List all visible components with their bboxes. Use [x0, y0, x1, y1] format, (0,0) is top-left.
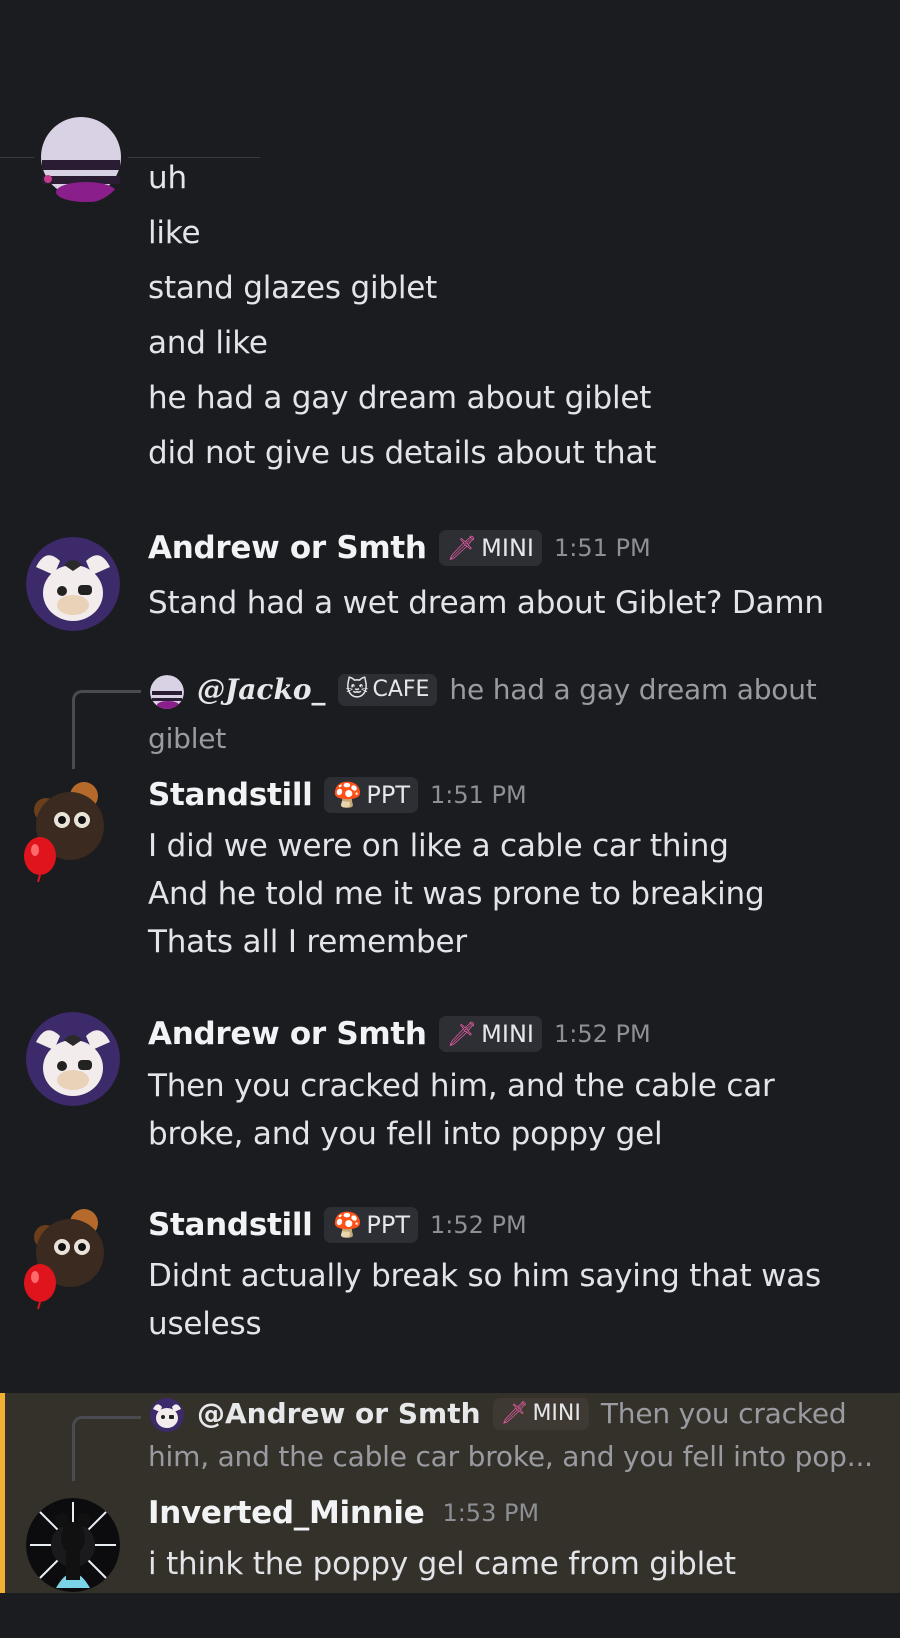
timestamp: 1:53 PM [442, 1499, 540, 1527]
reply-connector [72, 1416, 141, 1481]
mushroom-icon: 🍄 [332, 781, 363, 809]
tag-label: PPT [366, 1211, 410, 1239]
tag-label: PPT [366, 781, 410, 809]
message-line: Thats all I remember [148, 924, 467, 960]
role-tag-ppt[interactable]: 🍄 PPT [324, 1207, 418, 1243]
cat-icon: 🐱 [345, 677, 369, 702]
message-line: stand glazes giblet [148, 270, 438, 306]
message-line: he had a gay dream about giblet [148, 380, 652, 416]
tag-label: MINI [481, 1020, 534, 1048]
message-line: like [148, 215, 201, 251]
reply-author[interactable]: @Andrew or Smth [197, 1397, 481, 1430]
mention-bar [0, 1393, 5, 1593]
timestamp: 1:52 PM [554, 1020, 651, 1048]
role-tag-cafe[interactable]: 🐱 CAFE [337, 673, 438, 706]
reply-preview[interactable]: Then you cracked [601, 1397, 847, 1430]
tag-label: MINI [532, 1401, 581, 1426]
timestamp: 1:51 PM [554, 534, 651, 562]
reply-author[interactable]: @Jacko_ [197, 673, 326, 706]
author-name[interactable]: Andrew or Smth [148, 1016, 427, 1052]
reply-avatar [150, 675, 184, 709]
role-tag-mini[interactable]: 🗡 MINI [438, 530, 542, 566]
avatar-andrew[interactable] [26, 537, 120, 631]
message-line: and like [148, 325, 268, 361]
message-line: Didnt actually break so him saying that … [148, 1258, 821, 1294]
avatar-andrew[interactable] [26, 1012, 120, 1106]
role-tag-mini[interactable]: 🗡 MINI [492, 1397, 589, 1430]
reply-avatar [150, 1398, 184, 1432]
reply-preview-wrap[interactable]: him, and the cable car broke, and you fe… [148, 1440, 873, 1473]
message-line: i think the poppy gel came from giblet [148, 1546, 736, 1582]
avatar-standstill[interactable] [22, 1205, 126, 1310]
timestamp: 1:52 PM [429, 1211, 527, 1239]
reply-connector [72, 690, 141, 769]
timestamp: 1:51 PM [429, 781, 527, 809]
author-name[interactable]: Standstill [148, 1207, 313, 1243]
message-line: useless [148, 1306, 262, 1342]
author-name[interactable]: Andrew or Smth [148, 530, 427, 566]
avatar-jacko[interactable] [34, 110, 128, 204]
mushroom-icon: 🍄 [332, 1211, 363, 1239]
sword-icon: 🗡 [446, 1020, 478, 1048]
message-line: uh [148, 160, 187, 196]
tag-label: MINI [481, 534, 534, 562]
message-line: And he told me it was prone to breaking [148, 876, 765, 912]
message-line: did not give us details about that [148, 435, 657, 471]
message-line: broke, and you fell into poppy gel [148, 1116, 663, 1152]
message-line: Stand had a wet dream about Giblet? Damn [148, 585, 824, 621]
sword-icon: 🗡 [500, 1401, 529, 1426]
avatar-standstill[interactable] [22, 778, 126, 883]
message-line: Then you cracked him, and the cable car [148, 1068, 775, 1104]
message-line: I did we were on like a cable car thing [148, 828, 729, 864]
reply-preview-wrap[interactable]: giblet [148, 722, 226, 755]
sword-icon: 🗡 [446, 534, 478, 562]
reply-preview[interactable]: he had a gay dream about [449, 673, 816, 706]
author-name[interactable]: Standstill [148, 777, 313, 813]
avatar-inverted-minnie[interactable] [26, 1498, 120, 1592]
role-tag-mini[interactable]: 🗡 MINI [438, 1016, 542, 1052]
author-name[interactable]: Inverted_Minnie [148, 1495, 425, 1531]
tag-label: CAFE [372, 677, 430, 702]
role-tag-ppt[interactable]: 🍄 PPT [324, 777, 418, 813]
